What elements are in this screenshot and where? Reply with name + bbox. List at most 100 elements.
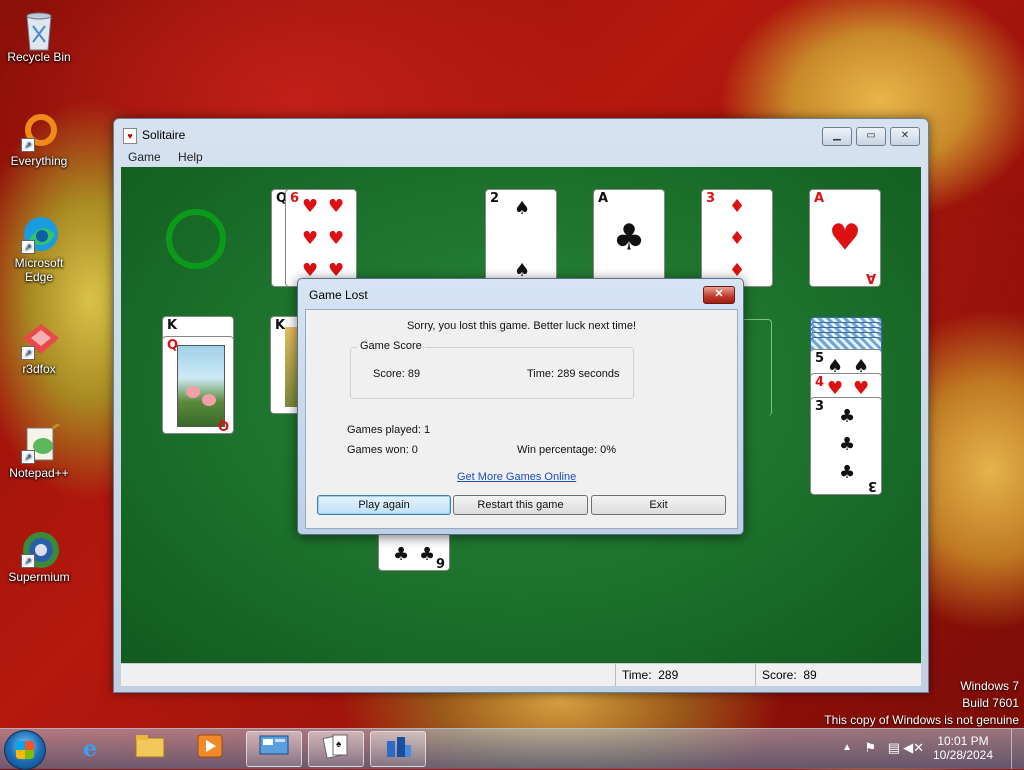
desktop-icon-notepadpp[interactable]: ↗ Notepad++	[4, 422, 74, 480]
show-desktop-button[interactable]	[1011, 729, 1024, 769]
get-more-games-link[interactable]: Get More Games Online	[457, 471, 576, 483]
card-rank: A	[598, 191, 609, 206]
folder-icon	[135, 734, 165, 764]
status-score-label: Score:	[762, 668, 797, 682]
dialog-score: Score: 89	[373, 368, 421, 380]
close-window-button[interactable]: ✕	[890, 127, 920, 146]
desktop-icon-recycle-bin[interactable]: Recycle Bin	[4, 8, 74, 64]
notepadpp-icon: ↗	[19, 422, 60, 464]
desktop-icon-edge[interactable]: ↗ Microsoft Edge	[4, 214, 74, 284]
play-again-button[interactable]: Play again	[317, 495, 451, 515]
card-rank-bottom: 3	[867, 478, 877, 493]
shortcut-arrow-icon: ↗	[21, 450, 35, 464]
queen-face-art	[177, 345, 225, 427]
action-center-flag-icon[interactable]: ⚑	[864, 740, 876, 756]
recycle-bin-icon	[19, 8, 59, 51]
heart-center-icon: ♥	[828, 217, 862, 259]
win-percentage: Win percentage: 0%	[517, 444, 617, 456]
diamond-pip-icon: ♦	[729, 196, 746, 217]
solitaire-cards-icon: ♠	[321, 733, 351, 765]
card-rank: A	[814, 191, 825, 206]
club-center-icon: ♣	[612, 217, 646, 259]
tableau-7-card-3[interactable]: 3 ♣ ♣ ♣ 3	[810, 397, 882, 495]
taskbar-solitaire[interactable]: ♠	[308, 731, 364, 767]
internet-explorer-icon: e	[83, 736, 97, 762]
taskbar-media-player[interactable]	[182, 731, 238, 767]
solitaire-app-icon: ♥	[123, 128, 137, 144]
clock[interactable]: 10:01 PM 10/28/2024	[928, 734, 998, 762]
everything-icon: ↗	[19, 112, 59, 152]
diamond-pip-icon: ♦	[729, 228, 746, 249]
game-score-group-title: Game Score	[357, 340, 425, 352]
shortcut-arrow-icon: ↗	[21, 240, 35, 254]
clock-date: 10/28/2024	[932, 748, 994, 762]
card-rank: K	[167, 318, 178, 333]
taskbar-explorer[interactable]	[122, 731, 178, 767]
status-bar: Time: 289 Score: 89	[121, 663, 921, 686]
svg-text:♠: ♠	[336, 739, 342, 750]
status-time-value: 289	[658, 668, 679, 682]
waste-card-top[interactable]: 6 ♥ ♥ ♥ ♥ ♥ ♥	[285, 189, 357, 287]
games-won: Games won: 0	[347, 444, 418, 456]
desktop-icon-r3dfox[interactable]: ↗ r3dfox	[4, 320, 74, 376]
taskbar-control-panel[interactable]	[246, 731, 302, 767]
media-player-icon	[197, 734, 223, 764]
edge-icon: ↗	[19, 214, 59, 254]
heart-pip-icon: ♥	[328, 196, 345, 217]
foundation-4-card[interactable]: A ♥ A	[809, 189, 881, 287]
card-rank: 4	[815, 375, 825, 390]
club-pip-icon: ♣	[839, 462, 856, 483]
club-pip-icon: ♣	[393, 544, 410, 565]
exit-button[interactable]: Exit	[591, 495, 726, 515]
windows-logo-icon	[16, 741, 34, 759]
foundation-1-card[interactable]: 2 ♠ ♠	[485, 189, 557, 287]
heart-pip-icon: ♥	[302, 228, 319, 249]
dialog-body: Sorry, you lost this game. Better luck n…	[305, 309, 738, 529]
foundation-2-card[interactable]: A ♣	[593, 189, 665, 287]
menu-game[interactable]: Game	[121, 149, 168, 165]
heart-pip-icon: ♥	[302, 196, 319, 217]
r3dfox-icon: ↗	[19, 320, 59, 360]
desktop-icon-label: r3dfox	[22, 362, 56, 376]
desktop-icon-label: Recycle Bin	[7, 50, 71, 64]
window-titlebar[interactable]: ♥ Solitaire ▁ ▭ ✕	[114, 119, 928, 149]
menu-help[interactable]: Help	[171, 149, 210, 165]
dialog-time: Time: 289 seconds	[527, 368, 620, 380]
taskbar-network[interactable]	[370, 731, 426, 767]
taskbar-ie[interactable]: e	[62, 731, 118, 767]
window-title: Solitaire	[142, 128, 186, 142]
card-rank-bottom: Q	[217, 417, 229, 432]
desktop-icon-supermium[interactable]: ↗ Supermium	[4, 528, 74, 584]
network-icon[interactable]: ▤	[888, 740, 900, 756]
card-rank: 5	[815, 351, 825, 366]
card-rank: 3	[815, 399, 825, 414]
dialog-message: Sorry, you lost this game. Better luck n…	[406, 320, 637, 332]
maximize-button[interactable]: ▭	[856, 127, 886, 146]
desktop-icon-label: Microsoft Edge	[14, 256, 64, 284]
watermark-line-1: Windows 7	[960, 679, 1019, 693]
tableau-1-card-queen[interactable]: Q Q	[162, 336, 234, 434]
games-played: Games played: 1	[347, 424, 431, 436]
dialog-close-button[interactable]: ✕	[703, 286, 735, 304]
shortcut-arrow-icon: ↗	[21, 554, 35, 568]
club-pip-icon: ♣	[839, 406, 856, 427]
spade-pip-icon: ♠	[514, 198, 531, 219]
card-rank: K	[275, 318, 286, 333]
clock-time: 10:01 PM	[937, 734, 989, 748]
stock-empty-icon[interactable]	[166, 209, 226, 269]
club-pip-icon: ♣	[839, 434, 856, 455]
restart-game-button[interactable]: Restart this game	[453, 495, 588, 515]
shortcut-arrow-icon: ↗	[21, 346, 35, 360]
taskbar: e ♠ ▲ ⚑ ▤ ◀✕ 10:01 PM 10/28/2024	[0, 728, 1024, 770]
foundation-3-card[interactable]: 3 ♦ ♦ ♦	[701, 189, 773, 287]
start-button[interactable]	[4, 730, 46, 770]
game-lost-dialog: Game Lost ✕ Sorry, you lost this game. B…	[297, 278, 744, 535]
show-hidden-icons-button[interactable]: ▲	[842, 742, 852, 753]
card-rank: 3	[706, 191, 716, 206]
watermark-line-2: Build 7601	[962, 696, 1019, 710]
minimize-button[interactable]: ▁	[822, 127, 852, 146]
desktop-icon-everything[interactable]: ↗ Everything	[4, 112, 74, 168]
game-score-group: Game Score Score: 89 Time: 289 seconds	[350, 340, 634, 399]
network-app-icon	[383, 733, 413, 765]
volume-muted-icon[interactable]: ◀✕	[903, 740, 924, 756]
